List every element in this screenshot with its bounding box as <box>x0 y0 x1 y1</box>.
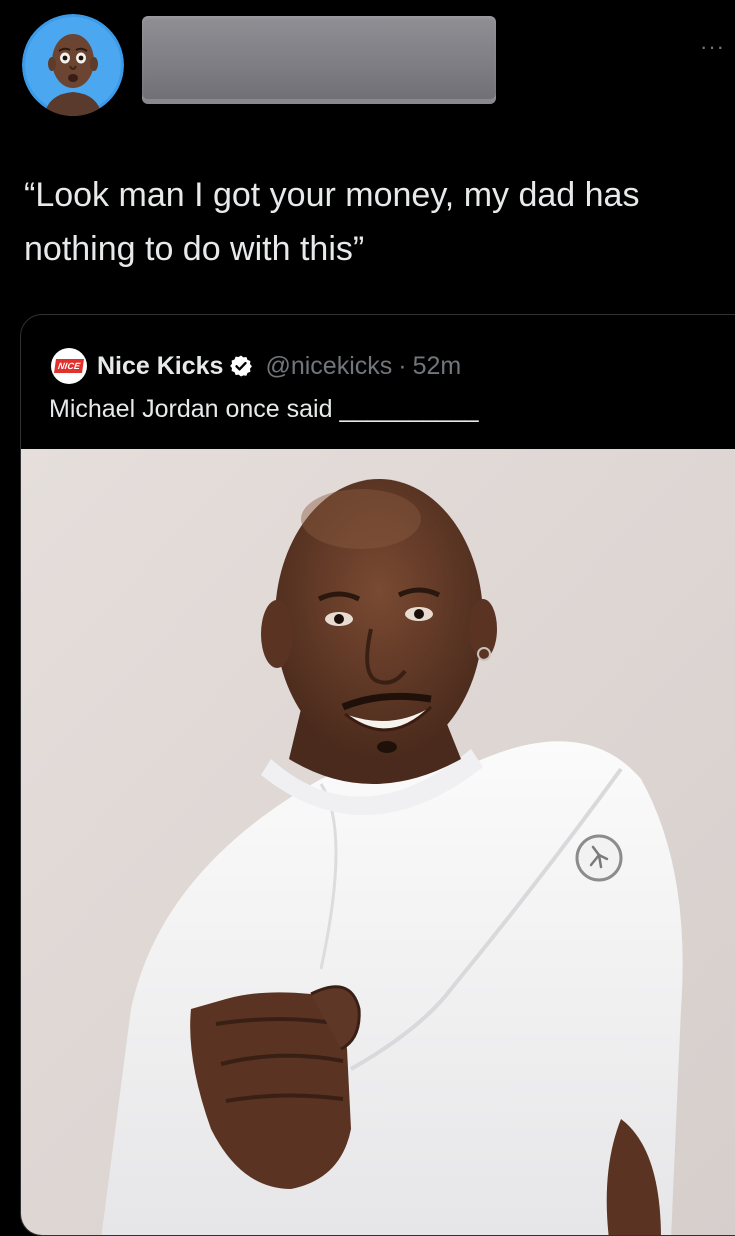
tweet-text: “Look man I got your money, my dad has n… <box>24 176 649 268</box>
quote-timestamp[interactable]: 52m <box>413 352 462 381</box>
quote-author-handle[interactable]: @nicekicks <box>265 352 392 381</box>
nice-logo-text: NICE <box>53 359 85 373</box>
quote-text: Michael Jordan once said __________ <box>49 395 479 423</box>
redacted-username <box>142 16 496 104</box>
user-avatar[interactable] <box>22 14 124 116</box>
tweet: ··· “Look man I got your money, my dad h… <box>0 0 735 1236</box>
header-separator: · <box>398 351 407 380</box>
nice-kicks-logo[interactable]: NICE <box>51 348 87 384</box>
quote-header: NICE Nice Kicks @nicekicks · 52m <box>51 348 462 384</box>
verified-badge-icon <box>230 355 253 377</box>
more-horizontal-icon[interactable]: ··· <box>700 36 734 58</box>
quote-author-name[interactable]: Nice Kicks <box>97 352 223 381</box>
quote-tweet-card[interactable]: NICE Nice Kicks @nicekicks · 52m Michael… <box>20 314 735 1236</box>
quote-photo[interactable] <box>21 449 735 1235</box>
